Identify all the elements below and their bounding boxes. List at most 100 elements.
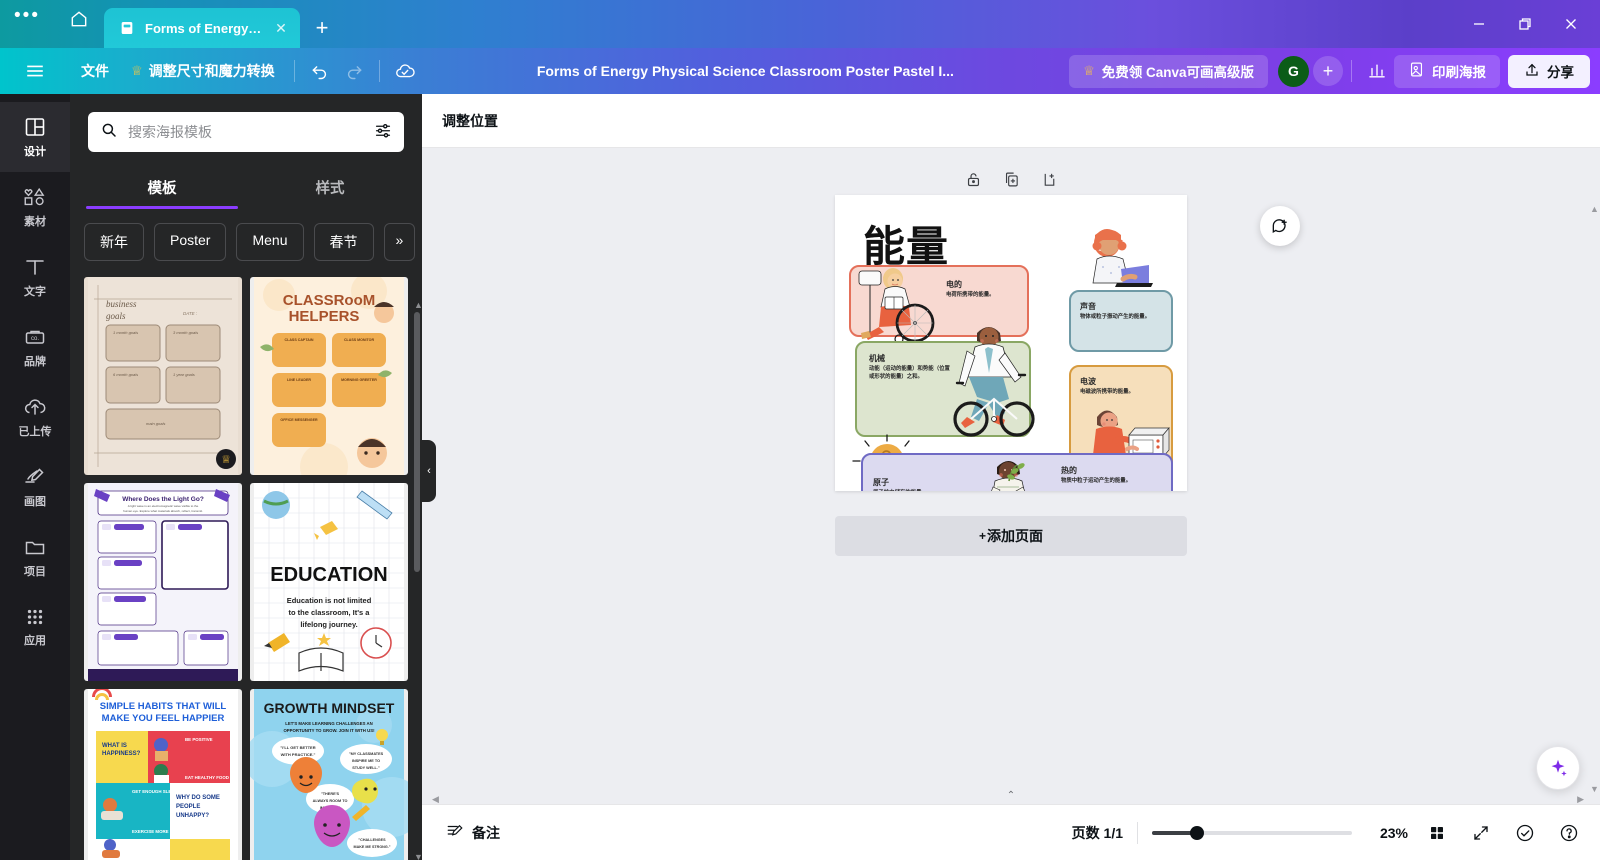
template-thumb-growth-mindset[interactable]: GROWTH MINDSET LET'S MAKE LEARNING CHALL… (250, 689, 408, 860)
chip-menu[interactable]: Menu (236, 223, 303, 261)
sidebar-label: 素材 (24, 213, 46, 229)
canvas-area[interactable]: 能量 (422, 148, 1600, 804)
svg-text:OPPORTUNITY TO GROW. JOIN IT W: OPPORTUNITY TO GROW. JOIN IT WITH US! (283, 728, 375, 733)
context-toolbar-label[interactable]: 调整位置 (442, 111, 498, 131)
plus-icon[interactable]: + (300, 8, 344, 48)
search-area (70, 94, 422, 152)
grid-view-icon[interactable] (1422, 818, 1452, 848)
poster-label-atomic[interactable]: 原子 原子核中储存的能量。 (873, 477, 973, 491)
templates-panel: 模板 样式 新年 Poster Menu 春节 » business goals… (70, 94, 422, 860)
sidebar-item-elements[interactable]: 素材 (0, 172, 70, 242)
minimize-icon[interactable] (1456, 4, 1502, 44)
scroll-up-arrow[interactable]: ▲ (1590, 204, 1598, 214)
undo-icon[interactable] (303, 54, 337, 88)
add-page-icon[interactable] (1038, 168, 1060, 190)
page-tools (962, 168, 1060, 190)
collapse-notes-handle[interactable]: ⌃ (988, 790, 1034, 804)
panel-scrollbar[interactable]: ▲ ▼ (414, 300, 420, 860)
poster-page[interactable]: 能量 (835, 195, 1187, 491)
close-icon[interactable] (1548, 4, 1594, 44)
redo-icon[interactable] (337, 54, 371, 88)
crown-icon: ♕ (131, 63, 143, 79)
add-comment-icon[interactable] (1260, 206, 1300, 246)
sidebar-item-projects[interactable]: 项目 (0, 522, 70, 592)
poster-canvas[interactable]: 能量 (835, 195, 1187, 491)
print-poster-button[interactable]: 印刷海报 (1394, 55, 1500, 88)
browser-tab-active[interactable]: Forms of Energy P... ✕ (104, 8, 300, 48)
svg-text:to the classroom, It's a: to the classroom, It's a (289, 608, 371, 617)
scroll-up-arrow[interactable]: ▲ (414, 300, 420, 310)
duplicate-icon[interactable] (1000, 168, 1022, 190)
sidebar-item-brand[interactable]: co. 品牌 (0, 312, 70, 382)
collapse-panel-button[interactable]: ‹ (422, 440, 436, 502)
magic-resize-button[interactable]: ♕ 调整尺寸和魔力转换 (120, 54, 286, 88)
canva-editor-window: ••• Forms of Energy P... ✕ + (0, 0, 1600, 860)
svg-text:WITH PRACTICE.": WITH PRACTICE." (281, 752, 316, 757)
hamburger-icon[interactable] (0, 60, 70, 82)
search-box[interactable] (88, 112, 404, 152)
cloud-saved-icon[interactable] (388, 54, 422, 88)
divider (1137, 822, 1138, 844)
illustration-thermal (975, 457, 1051, 491)
bar-chart-icon[interactable] (1360, 54, 1394, 88)
document-title[interactable]: Forms of Energy Physical Science Classro… (422, 63, 1069, 79)
help-circle-icon[interactable] (1554, 818, 1584, 848)
magic-star-icon[interactable] (1536, 746, 1580, 790)
svg-text:EAT HEALTHY FOOD: EAT HEALTHY FOOD (185, 775, 229, 780)
zoom-slider[interactable] (1152, 824, 1352, 842)
sidebar-item-uploads[interactable]: 已上传 (0, 382, 70, 452)
chip-spring-festival[interactable]: 春节 (314, 223, 374, 261)
template-thumb-classroom-helpers[interactable]: CLASSRooM HELPERS CLASS CAPTAIN CLASS MO… (250, 277, 408, 475)
tab-templates[interactable]: 模板 (78, 168, 246, 209)
home-icon[interactable] (54, 0, 104, 48)
zoom-knob[interactable] (1190, 826, 1204, 840)
svg-text:lifelong journey.: lifelong journey. (300, 620, 357, 629)
chip-more-button[interactable]: » (384, 223, 416, 261)
divider (294, 60, 295, 82)
svg-text:"MY CLASSMATES: "MY CLASSMATES (349, 752, 384, 756)
scroll-down-arrow[interactable]: ▼ (414, 852, 420, 860)
check-circle-icon[interactable] (1510, 818, 1540, 848)
browser-tab-title: Forms of Energy P... (145, 21, 263, 36)
notes-button[interactable]: 备注 (438, 822, 500, 843)
tab-styles[interactable]: 样式 (246, 168, 414, 209)
canvas-vertical-scrollbar[interactable]: ▲ ▼ (1590, 204, 1598, 794)
svg-text:A light wave is an electromagn: A light wave is an electromagnetic wave … (128, 504, 199, 508)
svg-text:"I'LL GET BETTER: "I'LL GET BETTER (280, 745, 315, 750)
svg-text:1 year goals: 1 year goals (173, 372, 195, 377)
premium-upsell-button[interactable]: ♕ 免费领 Canva可画高级版 (1069, 55, 1268, 88)
scroll-left-arrow[interactable]: ◀ (432, 794, 439, 804)
scroll-right-arrow[interactable]: ▶ (1577, 794, 1584, 804)
avatar[interactable]: G (1278, 56, 1309, 87)
sidebar-item-text[interactable]: 文字 (0, 242, 70, 312)
card-body: 电荷所携带的能量。 (946, 292, 995, 300)
maximize-icon[interactable] (1502, 4, 1548, 44)
svg-text:EDUCATION: EDUCATION (270, 564, 387, 586)
search-input[interactable] (128, 124, 364, 140)
file-menu-button[interactable]: 文件 (70, 54, 120, 88)
share-button[interactable]: 分享 (1508, 55, 1590, 88)
poster-card-sound[interactable]: 声音 物体或粒子振动产生的能量。 (1069, 290, 1173, 352)
scroll-down-arrow[interactable]: ▼ (1590, 784, 1598, 794)
sidebar-item-apps[interactable]: 应用 (0, 592, 70, 662)
template-thumb-education[interactable]: EDUCATION Education is not limited to th… (250, 483, 408, 681)
fullscreen-icon[interactable] (1466, 818, 1496, 848)
more-horizontal-icon[interactable]: ••• (0, 0, 54, 48)
add-member-button[interactable]: + (1313, 56, 1343, 86)
svg-text:1 month goals: 1 month goals (113, 330, 138, 335)
sidebar-item-draw[interactable]: 画图 (0, 452, 70, 522)
chip-poster[interactable]: Poster (154, 223, 226, 261)
svg-text:human eye. Explore what materi: human eye. Explore what materials absorb… (123, 509, 203, 513)
template-thumb-where-does-light-go[interactable]: Where Does the Light Go? A light wave is… (84, 483, 242, 681)
filter-sliders-icon[interactable] (374, 121, 392, 144)
sidebar-item-design[interactable]: 设计 (0, 102, 70, 172)
chip-new-year[interactable]: 新年 (84, 223, 144, 261)
template-thumb-simple-habits[interactable]: SIMPLE HABITS THAT WILL MAKE YOU FEEL HA… (84, 689, 242, 860)
scroll-thumb[interactable] (414, 312, 420, 572)
svg-text:INSPIRE ME TO: INSPIRE ME TO (352, 759, 380, 763)
close-icon[interactable]: ✕ (272, 19, 290, 37)
template-thumb-business-goals[interactable]: business goals DATE : 1 month goals 3 mo… (84, 277, 242, 475)
lock-icon[interactable] (962, 168, 984, 190)
add-page-button[interactable]: + 添加页面 (835, 516, 1187, 556)
svg-text:WHAT IS: WHAT IS (102, 743, 127, 749)
